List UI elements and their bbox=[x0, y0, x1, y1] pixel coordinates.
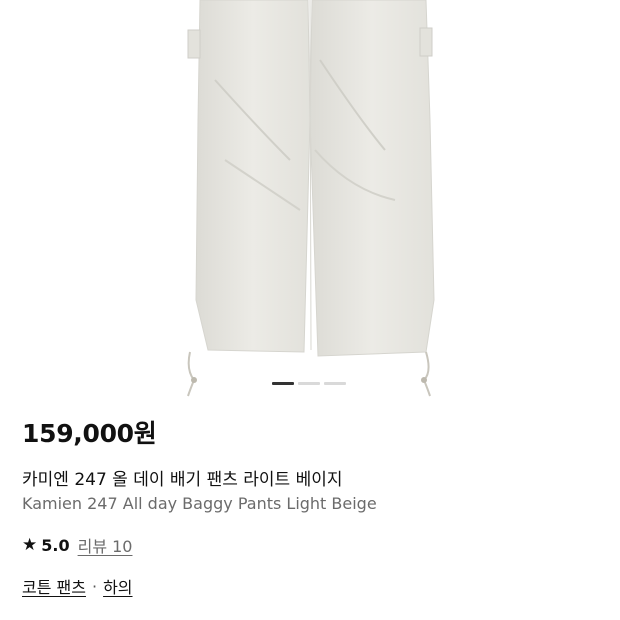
breadcrumb: 코튼 팬츠 · 하의 bbox=[22, 574, 133, 598]
product-image-carousel[interactable] bbox=[0, 0, 620, 400]
star-icon: ★ bbox=[22, 535, 38, 555]
carousel-dot-2[interactable] bbox=[298, 382, 320, 385]
breadcrumb-category-link[interactable]: 코튼 팬츠 bbox=[22, 574, 86, 598]
breadcrumb-separator: · bbox=[91, 576, 98, 596]
carousel-dot-1[interactable] bbox=[272, 382, 294, 385]
breadcrumb-parent-link[interactable]: 하의 bbox=[103, 574, 132, 598]
rating-score: 5.0 bbox=[41, 535, 70, 555]
product-price: 159,000원 bbox=[22, 419, 157, 448]
product-image bbox=[187, 0, 435, 397]
product-name-korean: 카미엔 247 올 데이 배기 팬츠 라이트 베이지 bbox=[22, 470, 343, 490]
product-name-english: Kamien 247 All day Baggy Pants Light Bei… bbox=[22, 494, 377, 513]
carousel-dot-3[interactable] bbox=[324, 382, 346, 385]
product-rating: ★ 5.0 리뷰 10 bbox=[22, 533, 132, 557]
review-count-link[interactable]: 리뷰 10 bbox=[78, 533, 133, 557]
carousel-indicator[interactable] bbox=[272, 382, 346, 385]
